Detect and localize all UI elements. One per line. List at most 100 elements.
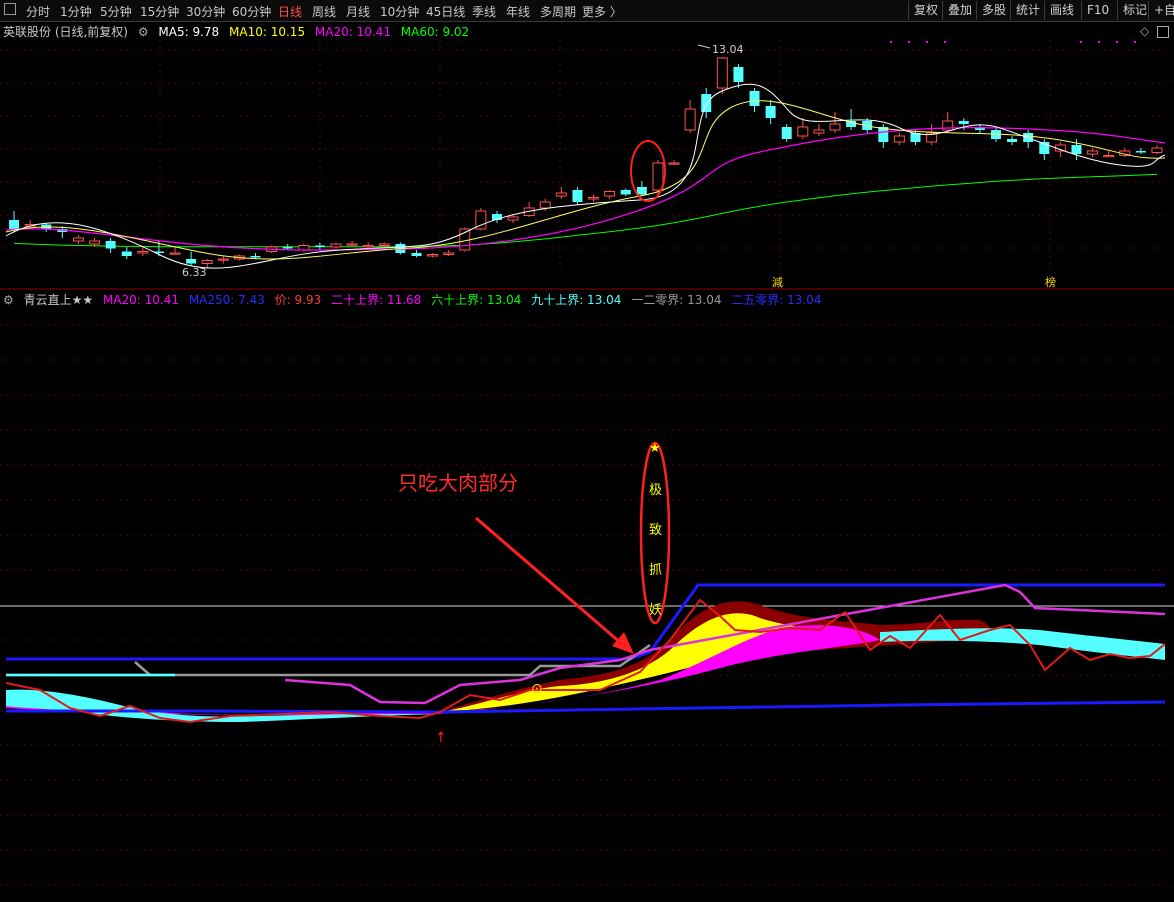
- candle-body: [330, 243, 342, 248]
- candle: [411, 250, 422, 258]
- candle: [588, 194, 600, 202]
- signal-dot: [890, 41, 892, 43]
- candle: [620, 188, 631, 196]
- candle: [1087, 148, 1099, 157]
- candle-body: [1135, 151, 1146, 153]
- multi-stock-button[interactable]: 多股: [976, 1, 1011, 20]
- candle-body: [507, 216, 519, 221]
- ma5-label: MA5: 9.78: [158, 25, 220, 39]
- f10-button[interactable]: F10: [1081, 1, 1114, 20]
- candle-body: [1023, 133, 1034, 142]
- indicator-gear-icon[interactable]: ⚙: [3, 293, 14, 307]
- period-15min[interactable]: 15分钟: [140, 3, 179, 20]
- stock-name[interactable]: 英联股份 (日线,前复权): [3, 25, 128, 39]
- candle-body: [201, 260, 213, 264]
- collapse-square-icon[interactable]: [1157, 26, 1169, 38]
- candle-body: [749, 91, 760, 106]
- candle-body: [813, 129, 825, 134]
- candle-body: [846, 121, 857, 127]
- candle: [926, 124, 938, 145]
- candle: [137, 247, 149, 256]
- candle: [507, 214, 519, 223]
- period-toolbar: 分时 1分钟 5分钟 15分钟 30分钟 60分钟 日线 周线 月线 10分钟 …: [0, 0, 1174, 22]
- signal-dot: [944, 41, 946, 43]
- candle: [749, 88, 760, 112]
- period-multi[interactable]: 多周期: [540, 3, 576, 20]
- band120-label: 一二零界: 13.04: [631, 293, 722, 307]
- period-monthly[interactable]: 月线: [346, 3, 370, 20]
- period-more[interactable]: 更多 〉: [582, 3, 622, 20]
- candle-body: [250, 256, 261, 258]
- signal-dot: [1098, 41, 1100, 43]
- candle-body: [217, 258, 229, 261]
- annotation-text: 只吃大肉部分: [398, 471, 518, 495]
- candle-body: [1119, 150, 1131, 156]
- cyan-band: [6, 628, 1165, 722]
- period-5min[interactable]: 5分钟: [100, 3, 132, 20]
- candle-body: [491, 214, 502, 220]
- candle-body: [958, 121, 969, 124]
- candle-body: [9, 220, 20, 229]
- period-weekly[interactable]: 周线: [312, 3, 336, 20]
- candle: [684, 100, 696, 133]
- candle: [862, 118, 873, 133]
- candle: [523, 202, 535, 217]
- candle: [781, 124, 792, 142]
- main-chart-legend: 英联股份 (日线,前复权) ⚙ MA5: 9.78 MA10: 10.15 MA…: [3, 23, 475, 40]
- band60-label: 六十上界: 13.04: [431, 293, 522, 307]
- candle-body: [539, 201, 551, 209]
- candle-body: [137, 251, 149, 254]
- candle: [475, 208, 487, 231]
- candle-body: [459, 228, 471, 251]
- candle: [201, 259, 213, 268]
- signal-char-2: 致: [649, 523, 662, 538]
- settings-gear-icon[interactable]: ⚙: [138, 25, 149, 39]
- diamond-icon[interactable]: ◇: [1140, 24, 1149, 38]
- candle: [829, 112, 841, 133]
- stats-button[interactable]: 统计: [1010, 1, 1045, 20]
- period-60min[interactable]: 60分钟: [232, 3, 271, 20]
- period-1min[interactable]: 1分钟: [60, 3, 92, 20]
- candle: [24, 220, 36, 229]
- period-30min[interactable]: 30分钟: [186, 3, 225, 20]
- candle-body: [121, 251, 132, 256]
- candle-body: [89, 240, 101, 245]
- indicator-legend: ⚙ 青云直上★★ MA20: 10.41 MA250: 7.43 价: 9.93…: [3, 291, 828, 308]
- candle-body: [475, 210, 487, 230]
- adjust-button[interactable]: 复权: [908, 1, 943, 20]
- overlay-button[interactable]: 叠加: [942, 1, 977, 20]
- candle-body: [604, 191, 616, 197]
- band90-label: 九十上界: 13.04: [531, 293, 622, 307]
- candle-body: [233, 255, 245, 260]
- period-quarterly[interactable]: 季线: [472, 3, 496, 20]
- band250-label: 二五零界: 13.04: [731, 293, 822, 307]
- panel-toggle-icon[interactable]: [4, 3, 16, 15]
- candle: [1007, 136, 1018, 145]
- candle-body: [72, 237, 84, 242]
- mark-button[interactable]: 标记: [1117, 1, 1152, 20]
- draw-line-button[interactable]: 画线: [1044, 1, 1079, 20]
- candle-body: [1054, 144, 1066, 152]
- period-intraday[interactable]: 分时: [26, 3, 50, 20]
- annotation-arrowhead: [612, 632, 634, 654]
- candle-body: [1087, 150, 1099, 155]
- candle-body: [733, 67, 744, 82]
- candle: [346, 241, 358, 247]
- period-10min[interactable]: 10分钟: [380, 3, 419, 20]
- candle: [1135, 148, 1146, 154]
- period-45day[interactable]: 45日线: [426, 3, 465, 20]
- candle-body: [1151, 147, 1163, 153]
- candle: [41, 223, 52, 232]
- chart-grid: [0, 40, 1174, 886]
- period-daily[interactable]: 日线: [278, 3, 302, 20]
- candle-body: [701, 94, 712, 112]
- candle-body: [781, 127, 792, 139]
- candle: [797, 118, 809, 139]
- candle-body: [893, 135, 905, 143]
- indicator-name[interactable]: 青云直上★★: [24, 293, 94, 307]
- custom-button[interactable]: +自: [1148, 1, 1174, 20]
- candle: [443, 250, 455, 256]
- signal-dot: [926, 41, 928, 43]
- ma60-line-layer: [13, 173, 1158, 248]
- period-yearly[interactable]: 年线: [506, 3, 530, 20]
